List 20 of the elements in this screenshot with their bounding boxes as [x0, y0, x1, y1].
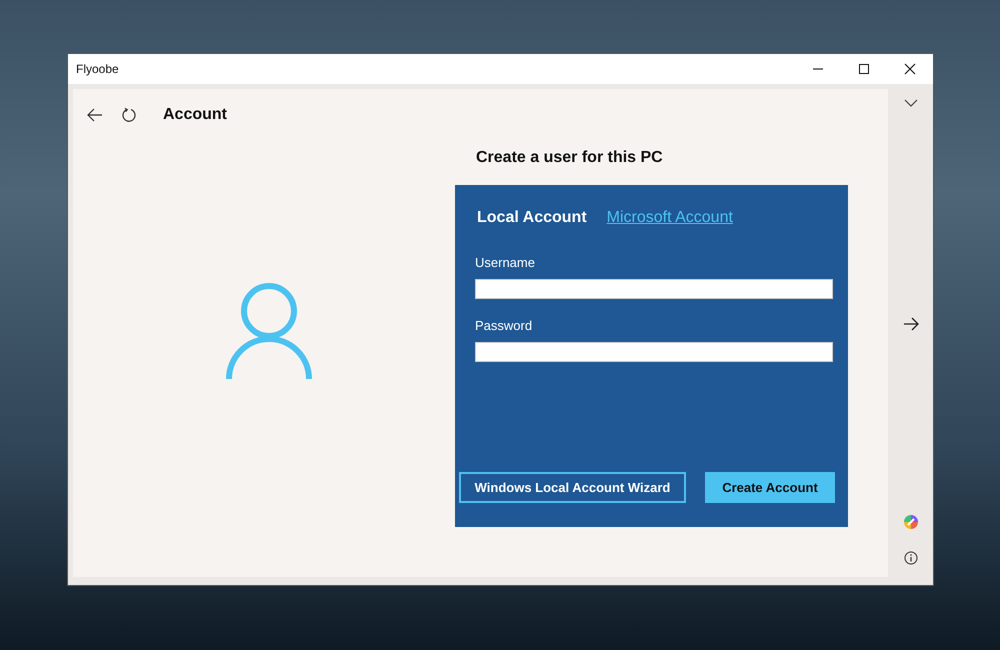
- assistant-logo-icon[interactable]: [902, 513, 920, 531]
- field-label: Password: [475, 318, 534, 333]
- field-label: Username: [475, 255, 536, 270]
- create-button[interactable]: Create Account: [705, 472, 835, 503]
- account-tab[interactable]: Microsoft Account: [606, 209, 733, 227]
- page-title: Account: [163, 106, 227, 124]
- close-icon[interactable]: [904, 63, 916, 75]
- refresh-icon[interactable]: [121, 107, 137, 123]
- back-icon[interactable]: [87, 108, 103, 122]
- window-title: Flyoobe: [76, 62, 119, 76]
- user-icon: [226, 283, 312, 381]
- chevron-down-icon[interactable]: [904, 99, 918, 107]
- account-tab[interactable]: Local Account: [477, 209, 587, 227]
- input-field[interactable]: [475, 279, 833, 299]
- info-icon[interactable]: [904, 551, 918, 565]
- maximize-icon[interactable]: [858, 63, 870, 75]
- input-field[interactable]: [475, 342, 833, 362]
- form-heading: Create a user for this PC: [476, 149, 664, 167]
- wizard-button[interactable]: Windows Local Account Wizard: [459, 472, 686, 503]
- forward-arrow-icon[interactable]: [902, 317, 918, 331]
